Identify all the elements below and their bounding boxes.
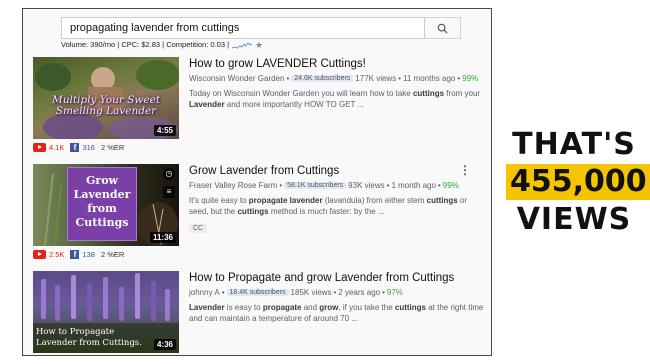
view-count: 185K views	[290, 288, 332, 297]
engagement-rate: 2 %ER	[100, 250, 125, 259]
social-stats: 2.5K f 138 2 %ER	[33, 250, 124, 259]
video-duration: 4:36	[153, 339, 176, 350]
search-results-screenshot: Volume: 390/mo | CPC: $2.83 | Competitio…	[22, 8, 492, 356]
subscriber-badge: 18.4K subscribers	[226, 289, 289, 296]
meta-separator: •	[221, 288, 225, 297]
keyword-metrics-text: Volume: 390/mo | CPC: $2.83 | Competitio…	[61, 40, 230, 49]
engagement-percent: 99%	[442, 181, 459, 190]
closed-captions-badge: CC	[189, 224, 208, 233]
video-info: How to grow LAVENDER Cuttings! Wisconsin…	[189, 57, 484, 110]
desc-part: (lavandula) from either stem	[322, 196, 427, 205]
desc-highlight: propagate lavender	[248, 196, 323, 205]
more-vert-icon[interactable]: ⋮	[459, 164, 471, 176]
view-count: 177K views	[355, 74, 397, 83]
meta-separator: •	[398, 74, 402, 83]
meta-separator: •	[382, 288, 385, 297]
video-meta: Wisconsin Wonder Garden • 24.6K subscrib…	[189, 74, 484, 83]
add-to-queue-icon[interactable]: ≡	[163, 186, 175, 198]
meta-separator: •	[386, 181, 390, 190]
video-title[interactable]: Grow Lavender from Cuttings	[189, 164, 484, 178]
video-info: How to Propagate and grow Lavender from …	[189, 271, 484, 324]
facebook-icon: f	[70, 143, 80, 152]
search-input[interactable]	[61, 17, 425, 39]
desc-highlight: cuttings	[426, 196, 458, 205]
desc-part: , if you take the	[338, 303, 395, 312]
desc-part: method is much faster: by the ...	[268, 207, 385, 216]
desc-part: and	[301, 303, 320, 312]
video-info: Grow Lavender from Cuttings Fraser Valle…	[189, 164, 484, 235]
video-description: It's quite easy to propagate lavender (l…	[189, 195, 484, 217]
channel-name[interactable]: Fraser Valley Rose Farm	[189, 181, 277, 190]
star-icon[interactable]: ★	[255, 40, 263, 49]
page: Volume: 390/mo | CPC: $2.83 | Competitio…	[0, 0, 650, 364]
video-thumbnail[interactable]: How to Propagate Lavender from Cuttings.…	[33, 271, 179, 353]
desc-highlight: propagate	[262, 303, 302, 312]
meta-separator: •	[457, 74, 461, 83]
engagement-rate: 2 %ER	[100, 143, 125, 152]
meta-separator: •	[286, 74, 290, 83]
youtube-count: 2.5K	[49, 250, 65, 259]
watch-later-icon[interactable]: ◷	[163, 168, 175, 180]
facebook-icon: f	[70, 250, 80, 259]
social-stats: 4.1K f 316 2 %ER	[33, 143, 124, 152]
engagement-percent: 99%	[462, 74, 479, 83]
subscriber-badge: 24.6K subscribers	[291, 75, 354, 82]
view-count-callout: THAT'S 455,000 VIEWS	[506, 127, 650, 238]
upload-age: 2 years ago	[338, 288, 381, 297]
video-title[interactable]: How to grow LAVENDER Cuttings!	[189, 57, 484, 71]
thumbnail-overlay-text: Grow Lavender from Cuttings	[73, 174, 131, 229]
desc-part: It's quite easy to	[189, 196, 249, 205]
video-description: Lavender is easy to propagate and grow, …	[189, 302, 484, 324]
meta-separator: •	[279, 181, 283, 190]
video-duration: 4:55	[153, 125, 176, 136]
desc-highlight: cuttings	[412, 89, 445, 98]
thumbnail-overlay-text: Multiply Your Sweet Smelling Lavender	[51, 94, 161, 117]
thumbnail-overlay-text: How to Propagate Lavender from Cuttings.	[36, 327, 142, 348]
channel-name[interactable]: johnny A	[189, 288, 220, 297]
subscriber-badge: 58.1K subscribers	[284, 182, 347, 189]
video-meta: Fraser Valley Rose Farm • 58.1K subscrib…	[189, 181, 484, 190]
video-description: Today on Wisconsin Wonder Garden you wil…	[189, 88, 484, 110]
meta-separator: •	[333, 288, 337, 297]
desc-part: is easy to	[224, 303, 263, 312]
search-bar	[61, 17, 461, 39]
keyword-metrics: Volume: 390/mo | CPC: $2.83 | Competitio…	[61, 40, 263, 49]
search-icon	[437, 23, 448, 34]
video-duration: 11:36	[149, 232, 176, 243]
callout-line-3: VIEWS	[516, 202, 632, 237]
video-title[interactable]: How to Propagate and grow Lavender from …	[189, 271, 484, 285]
desc-part: Today on Wisconsin Wonder Garden you wil…	[189, 89, 413, 98]
desc-highlight: Lavender	[189, 303, 225, 312]
upload-age: 1 month ago	[391, 181, 436, 190]
video-meta: johnny A • 18.4K subscribers 185K views …	[189, 288, 484, 297]
youtube-count: 4.1K	[49, 143, 65, 152]
desc-part: and more importantly HOW TO GET ...	[224, 100, 365, 109]
facebook-count: 316	[82, 143, 95, 152]
upload-age: 11 months ago	[403, 74, 456, 83]
desc-highlight: grow	[319, 303, 339, 312]
desc-highlight: cuttings	[394, 303, 426, 312]
desc-highlight: cuttings	[237, 207, 269, 216]
video-thumbnail[interactable]: Grow Lavender from Cuttings ◷ ≡ 11:36	[33, 164, 179, 246]
youtube-icon	[33, 250, 46, 259]
trend-sparkline-icon	[232, 41, 253, 49]
callout-line-1: THAT'S	[512, 127, 636, 162]
facebook-count: 138	[82, 250, 95, 259]
youtube-icon	[33, 143, 46, 152]
desc-highlight: Lavender	[189, 100, 225, 109]
channel-name[interactable]: Wisconsin Wonder Garden	[189, 74, 284, 83]
callout-highlight-number: 455,000	[506, 164, 650, 200]
meta-separator: •	[437, 181, 441, 190]
view-count: 93K views	[348, 181, 385, 190]
search-button[interactable]	[425, 17, 461, 39]
engagement-percent: 97%	[386, 288, 403, 297]
video-thumbnail[interactable]: Multiply Your Sweet Smelling Lavender 4:…	[33, 57, 179, 139]
desc-part: from your	[444, 89, 481, 98]
